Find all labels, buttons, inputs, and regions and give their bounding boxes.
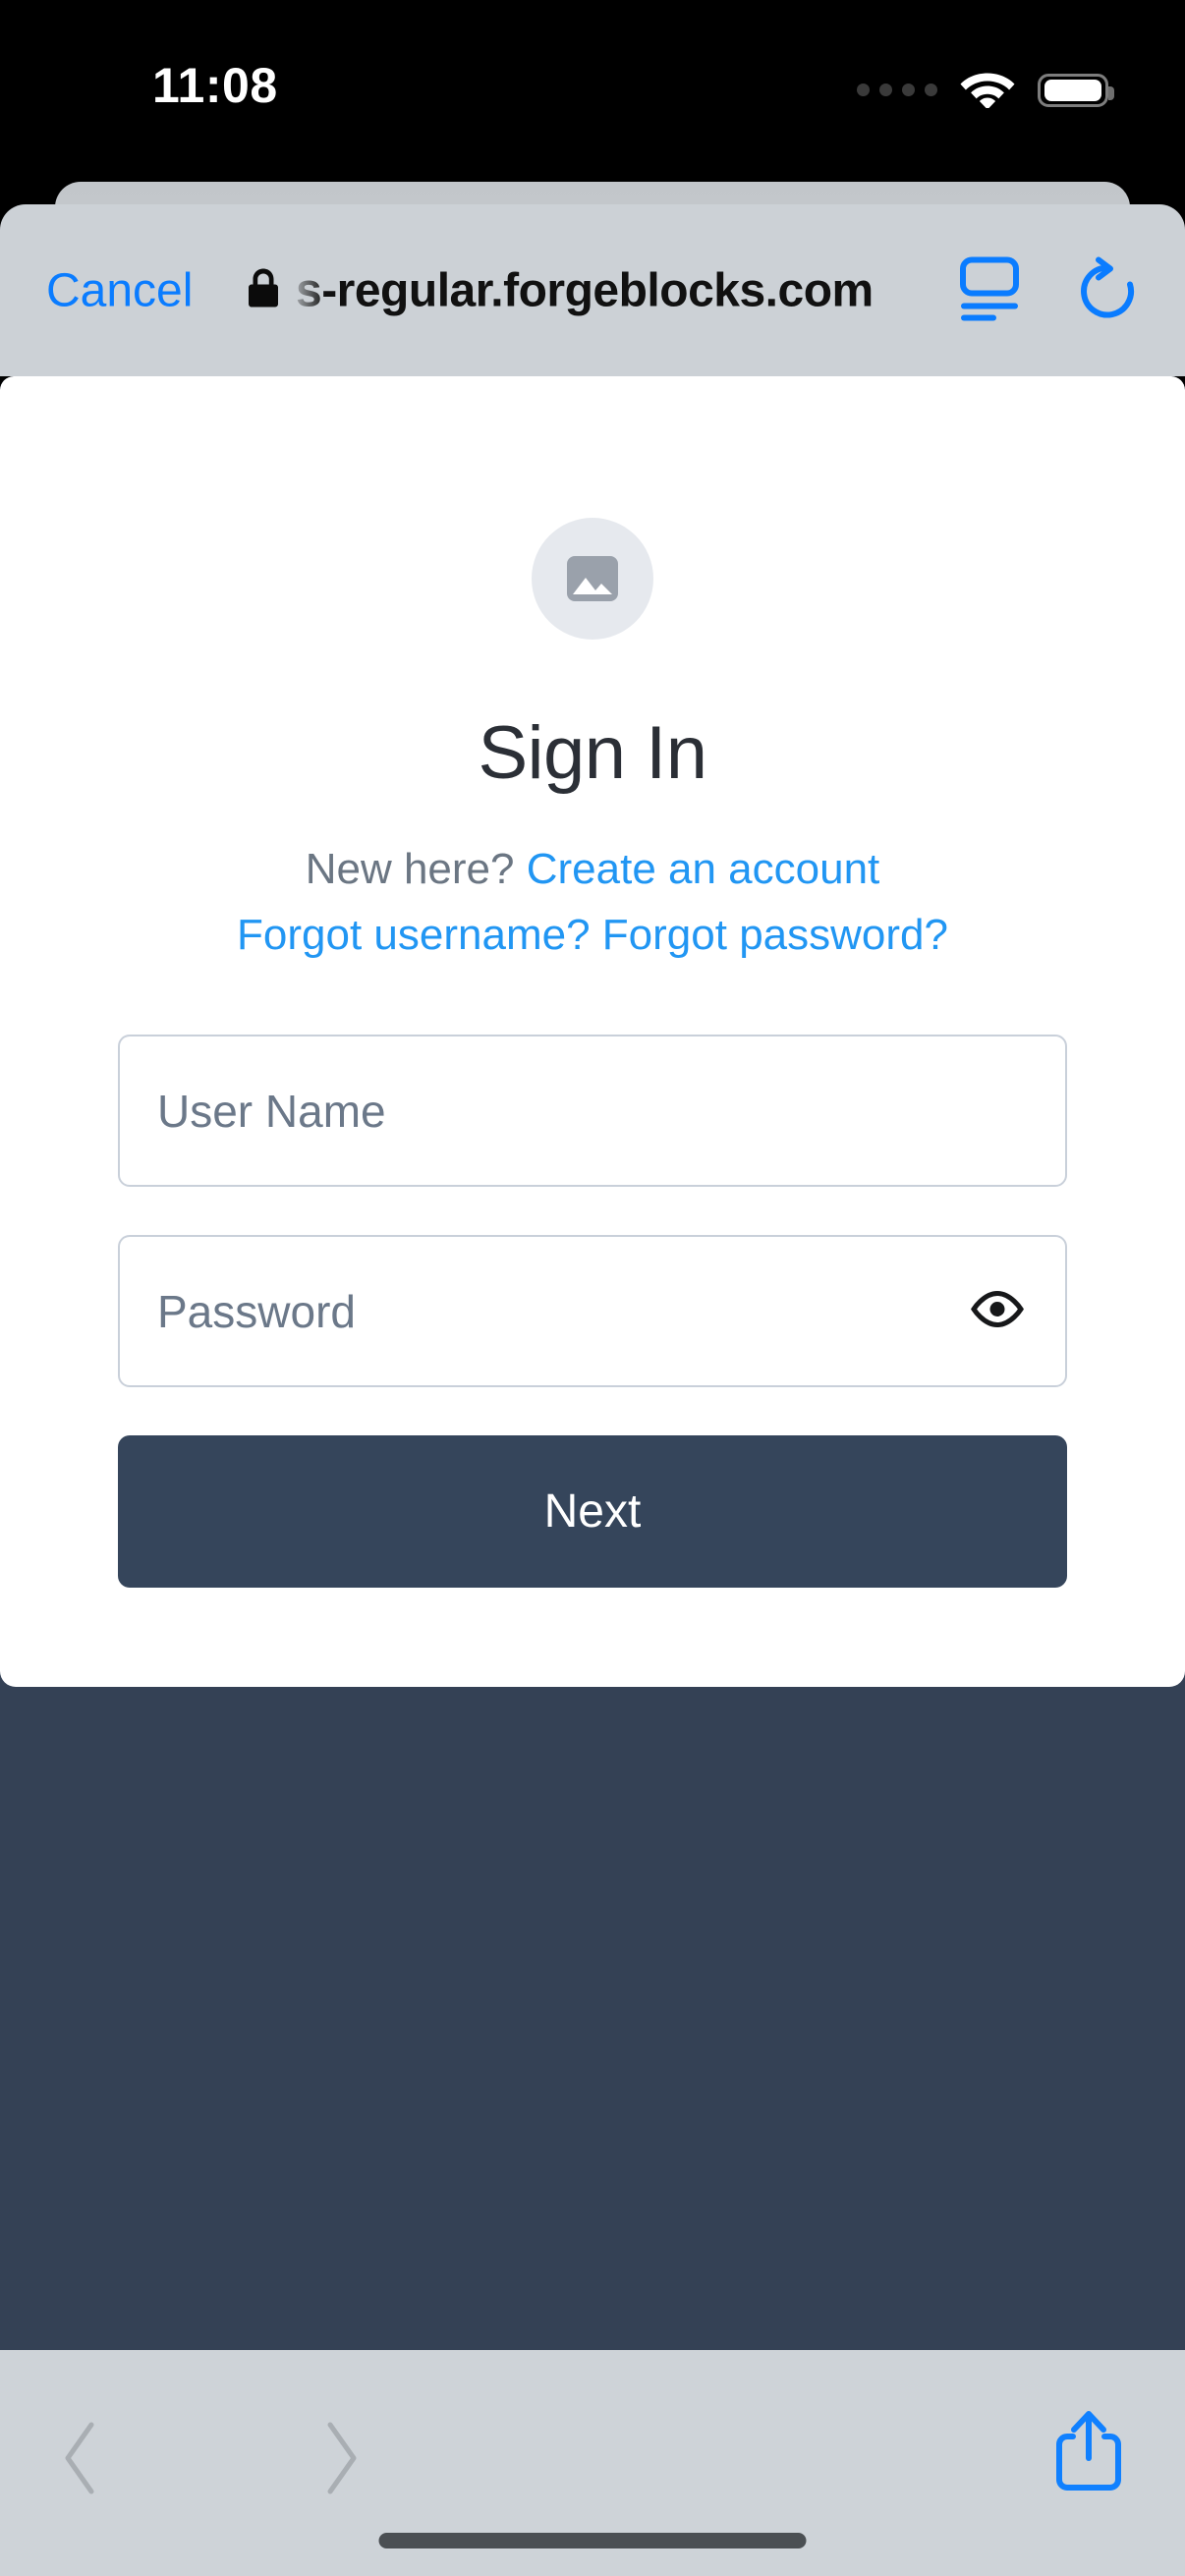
signin-card: Sign In New here? Create an account Forg… — [0, 376, 1185, 1687]
cancel-button[interactable]: Cancel — [46, 263, 193, 317]
username-field[interactable]: User Name — [118, 1035, 1067, 1187]
address-bar[interactable]: s-regular.forgeblocks.com — [246, 263, 874, 317]
home-indicator[interactable] — [378, 2533, 807, 2548]
address-bar-url: s-regular.forgeblocks.com — [296, 264, 874, 316]
status-bar-time: 11:08 — [152, 58, 278, 113]
signup-row: New here? Create an account — [0, 845, 1185, 893]
signal-dots-icon — [857, 84, 937, 96]
page-title: Sign In — [478, 711, 707, 795]
eye-icon[interactable] — [971, 1290, 1024, 1332]
password-placeholder: Password — [157, 1285, 356, 1337]
forward-button[interactable] — [314, 2419, 366, 2502]
status-bar: 11:08 — [0, 0, 1185, 182]
reload-icon[interactable] — [1077, 255, 1138, 325]
image-placeholder-icon — [532, 518, 653, 640]
web-page-content: Sign In New here? Create an account Forg… — [0, 376, 1185, 2350]
lock-icon — [246, 266, 281, 314]
share-icon[interactable] — [1053, 2407, 1124, 2500]
forgot-password-link[interactable]: Forgot password? — [602, 911, 948, 959]
browser-bottom-toolbar — [0, 2350, 1185, 2576]
phone-screen: 11:08 Cancel s-regular.forgeblocks.com S… — [0, 0, 1185, 2576]
status-bar-indicators — [857, 67, 1114, 113]
signup-prompt-text: New here? — [305, 845, 515, 893]
username-placeholder: User Name — [157, 1085, 386, 1137]
forgot-row: Forgot username? Forgot password? — [0, 911, 1185, 959]
next-button[interactable]: Next — [118, 1435, 1067, 1588]
create-account-link[interactable]: Create an account — [527, 845, 880, 893]
forgot-username-link[interactable]: Forgot username? — [237, 911, 591, 959]
reader-view-icon[interactable] — [959, 255, 1020, 325]
signin-form: User Name Password Next — [118, 1035, 1067, 1588]
battery-full-icon — [1038, 73, 1114, 107]
back-button[interactable] — [56, 2419, 107, 2502]
browser-top-toolbar: Cancel s-regular.forgeblocks.com — [0, 204, 1185, 376]
wifi-icon — [959, 67, 1016, 113]
password-field[interactable]: Password — [118, 1235, 1067, 1387]
